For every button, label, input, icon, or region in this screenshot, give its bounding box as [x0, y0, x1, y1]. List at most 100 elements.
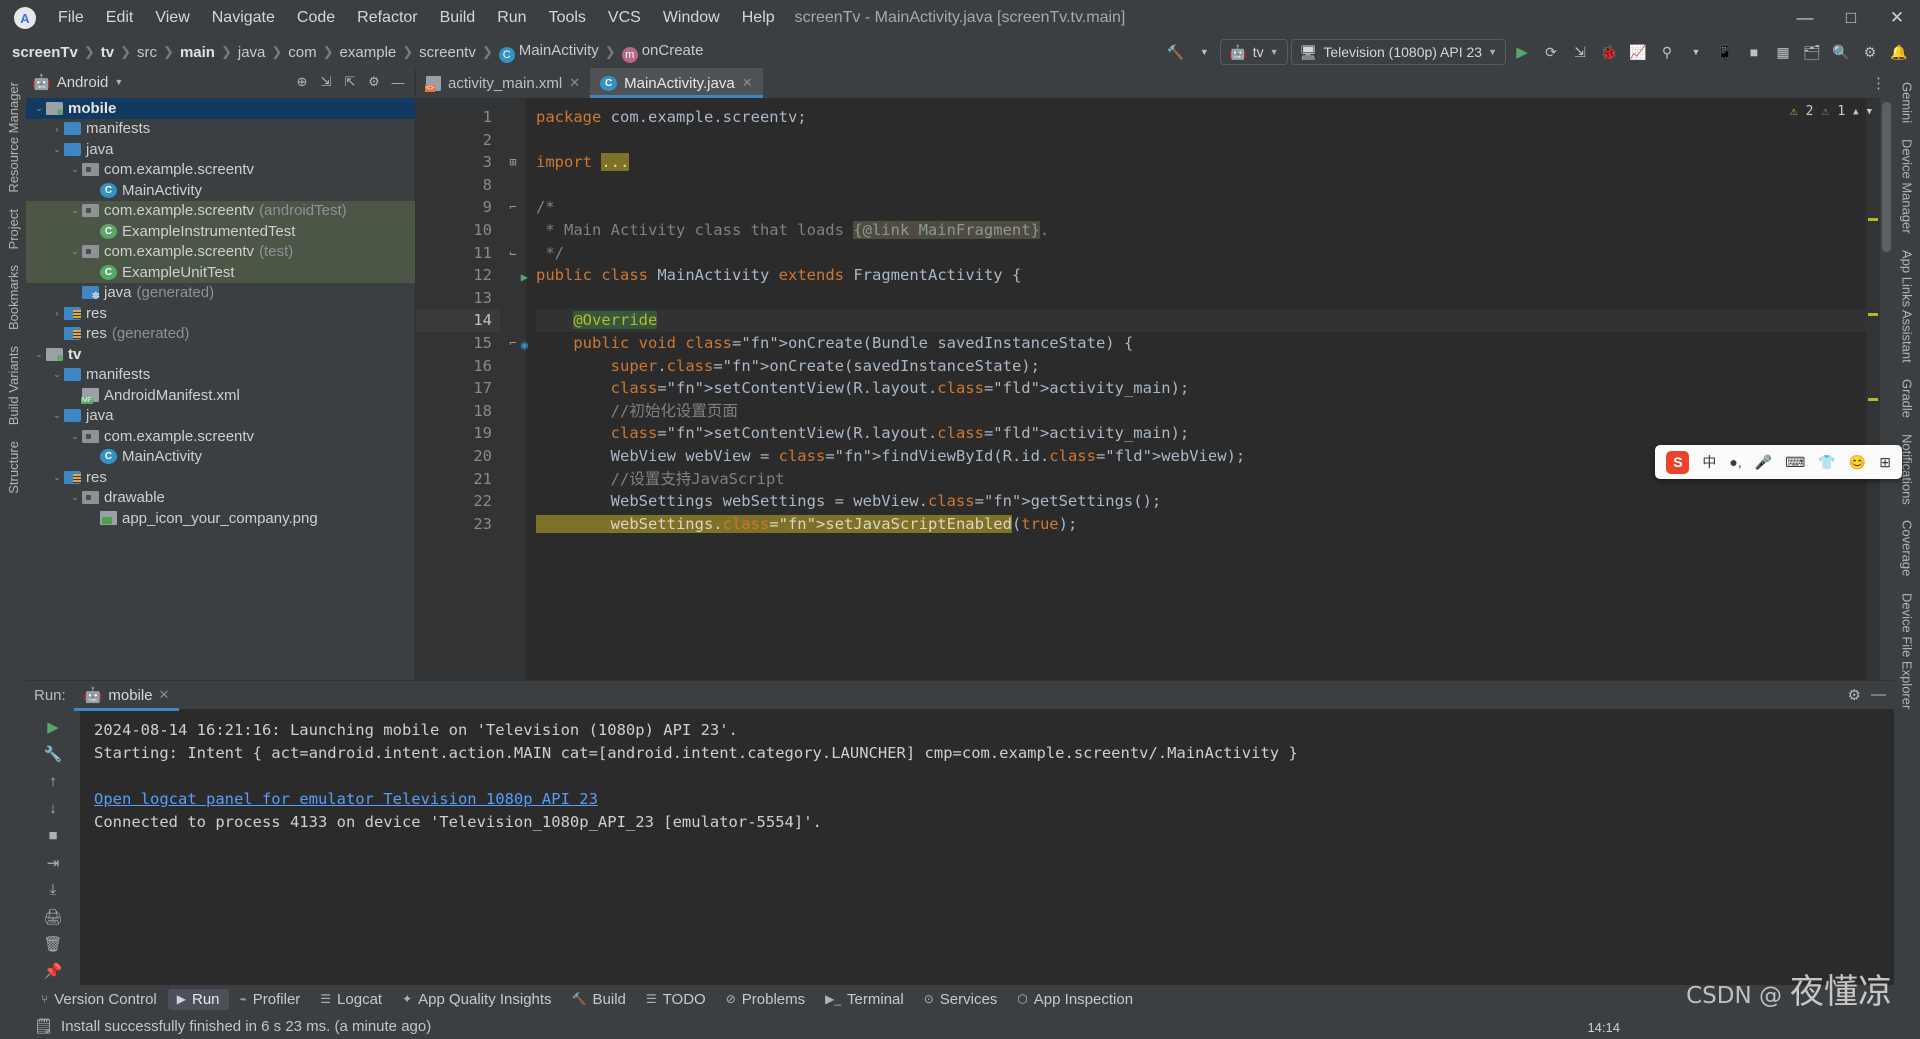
bottom-tab-app-inspection[interactable]: ⬡ App Inspection — [1008, 989, 1142, 1010]
line-number-13[interactable]: 13 — [416, 287, 500, 310]
search-icon[interactable]: 🔍 — [1828, 39, 1854, 65]
device-selector[interactable]: 🖥 Television (1080p) API 23 ▼ — [1290, 39, 1506, 65]
menu-item-edit[interactable]: Edit — [96, 5, 144, 31]
tool-tab-resource-manager[interactable]: Resource Manager — [3, 74, 24, 201]
tool-tab-build-variants[interactable]: Build Variants — [3, 338, 24, 433]
bottom-tab-terminal[interactable]: ▶_ Terminal — [816, 989, 913, 1010]
layout-inspector-icon[interactable]: ▦ — [1770, 39, 1796, 65]
pin-icon[interactable]: 📌 — [38, 958, 68, 985]
editor-tab-mainactivity-java[interactable]: C MainActivity.java ✕ — [590, 68, 763, 98]
down-icon[interactable]: ↓ — [38, 795, 68, 822]
bottom-tab-profiler[interactable]: ⌁ Profiler — [231, 989, 310, 1010]
console-link[interactable]: Open logcat panel for emulator Televisio… — [94, 788, 1880, 811]
code-folding-gutter[interactable]: ⊞ ⌐ ⌙ ⌐ — [500, 98, 526, 680]
close-icon[interactable]: ✕ — [569, 75, 580, 91]
event-log-icon[interactable]: 🗒 — [34, 1017, 53, 1035]
warning-marker[interactable] — [1868, 218, 1878, 221]
menu-item-build[interactable]: Build — [430, 5, 486, 31]
tree-node-com-example-screentv[interactable]: ⌄ com.example.screentv (test) — [26, 241, 415, 262]
line-number-22[interactable]: 22 — [416, 490, 500, 513]
select-opened-file-icon[interactable]: ⊕ — [291, 71, 313, 93]
breadcrumb-item-screentv[interactable]: screenTv — [8, 43, 82, 62]
settings-icon[interactable]: ⚙ — [1857, 39, 1883, 65]
chevron-down-icon[interactable]: ⌄ — [68, 164, 82, 175]
run-tab-mobile[interactable]: 🤖 mobile ✕ — [73, 684, 180, 711]
code-line-14[interactable]: @Override — [536, 309, 1866, 332]
line-number-14[interactable]: 14 — [416, 309, 500, 332]
menu-item-tools[interactable]: Tools — [539, 5, 596, 31]
minimize-button[interactable]: — — [1782, 0, 1828, 36]
device-explorer-icon[interactable]: 🗂 — [1799, 39, 1825, 65]
project-tree[interactable]: ⌄ mobile › manifests ⌄ java ⌄ com.example.scree… — [26, 96, 415, 680]
code-line-10[interactable]: * Main Activity class that loads {@link … — [536, 219, 1866, 242]
gear-icon[interactable]: ⚙ — [1848, 686, 1861, 704]
menu-bar[interactable]: File Edit View Navigate Code Refactor Build Run… — [48, 5, 785, 31]
tree-node-res[interactable]: res (generated) — [26, 324, 415, 345]
code-line-18[interactable]: //初始化设置页面 — [536, 400, 1866, 423]
code-line-12[interactable]: public class MainActivity extends Fragme… — [536, 264, 1866, 287]
tree-node-mainactivity[interactable]: C MainActivity — [26, 447, 415, 468]
print-icon[interactable]: 🖨 — [38, 903, 68, 930]
stop-icon[interactable]: ■ — [38, 822, 68, 849]
breadcrumb[interactable]: screenTv ❯ tv ❯ src ❯ main ❯ java ❯ com ❯ example ❯ sc… — [8, 41, 707, 64]
tool-tab-device-manager[interactable]: Device Manager — [1897, 131, 1918, 242]
expand-all-icon[interactable]: ⇲ — [315, 71, 337, 93]
close-button[interactable]: ✕ — [1874, 0, 1920, 36]
bottom-tab-run[interactable]: ▶ Run — [167, 988, 229, 1010]
fold-toggle[interactable]: ⌐ — [500, 196, 526, 219]
chevron-up-icon[interactable]: ▲ — [1853, 107, 1858, 117]
code-line-3[interactable]: import ... — [536, 151, 1866, 174]
chevron-down-icon[interactable]: ⌄ — [50, 144, 64, 155]
collapse-all-icon[interactable]: ⇱ — [339, 71, 361, 93]
tree-node-manifests[interactable]: › manifests — [26, 119, 415, 140]
tool-tab-gemini[interactable]: Gemini — [1897, 74, 1918, 131]
tool-tab-device-file-explorer[interactable]: Device File Explorer — [1897, 585, 1918, 717]
fold-toggle[interactable]: ⊞ — [500, 151, 526, 174]
bottom-tab-logcat[interactable]: ☰ Logcat — [311, 989, 391, 1010]
tree-node-drawable[interactable]: ⌄ drawable — [26, 488, 415, 509]
device-manager-icon[interactable]: 📱 — [1712, 39, 1738, 65]
line-number-20[interactable]: 20 — [416, 445, 500, 468]
stop-icon[interactable]: ■ — [1741, 39, 1767, 65]
breadcrumb-item-java[interactable]: java — [234, 43, 270, 62]
chevron-down-icon[interactable]: ⌄ — [50, 410, 64, 421]
tool-tab-bookmarks[interactable]: Bookmarks — [3, 257, 24, 338]
hide-panel-icon[interactable]: — — [387, 71, 409, 93]
bottom-tab-app-quality-insights[interactable]: ✦ App Quality Insights — [393, 989, 560, 1010]
breadcrumb-item-tv[interactable]: tv — [97, 43, 118, 62]
menu-item-code[interactable]: Code — [287, 5, 345, 31]
code-text[interactable]: package com.example.screentv; import ... /… — [526, 98, 1866, 680]
scroll-to-end-icon[interactable]: ⤓ — [38, 876, 68, 903]
line-number-1[interactable]: 1 — [416, 106, 500, 129]
bottom-tab-problems[interactable]: ⊘ Problems — [717, 989, 814, 1010]
tree-node-java[interactable]: java(generated) — [26, 283, 415, 304]
menu-item-run[interactable]: Run — [487, 5, 536, 31]
line-number-12[interactable]: 12 ▶ — [416, 264, 528, 287]
menu-item-view[interactable]: View — [145, 5, 199, 31]
attach-debugger-icon[interactable]: ⚲ — [1654, 39, 1680, 65]
tree-node-res[interactable]: ⌄ res — [26, 467, 415, 488]
code-line-13[interactable] — [536, 287, 1866, 310]
line-number-17[interactable]: 17 — [416, 377, 500, 400]
line-number-8[interactable]: 8 — [416, 174, 500, 197]
run-button[interactable]: ▶ — [1509, 39, 1535, 65]
breadcrumb-item-com[interactable]: com — [284, 43, 320, 62]
chevron-down-icon[interactable]: ⌄ — [32, 349, 46, 360]
apply-code-changes-icon[interactable]: ⇲ — [1567, 39, 1593, 65]
close-icon[interactable]: ✕ — [159, 687, 170, 703]
wrench-icon[interactable]: 🔧 — [38, 740, 68, 767]
editor-scrollbar[interactable] — [1880, 98, 1894, 680]
tree-node-res[interactable]: › res — [26, 303, 415, 324]
code-line-17[interactable]: class="fn">setContentView(R.layout.class… — [536, 377, 1866, 400]
code-editor[interactable]: 1 2 3 8 9 10 11 12 ▶ 13 14 15 ◉ 16 17 18 19 20 21 22 23 ⊞ ⌐ ⌙ ⌐… — [416, 98, 1894, 680]
breadcrumb-item-mainactivity[interactable]: C MainActivity — [495, 41, 603, 64]
warning-marker[interactable] — [1868, 398, 1878, 401]
menu-item-file[interactable]: File — [48, 5, 94, 31]
project-view-selector[interactable]: 🤖 Android ▼ — [32, 73, 123, 92]
code-line-2[interactable] — [536, 129, 1866, 152]
tree-node-java[interactable]: ⌄ java — [26, 139, 415, 160]
ime-item[interactable]: ⊞ — [1879, 454, 1891, 471]
ime-item[interactable]: 😊 — [1849, 454, 1866, 471]
menu-item-refactor[interactable]: Refactor — [347, 5, 427, 31]
chevron-down-icon[interactable]: ▼ — [1191, 39, 1217, 65]
